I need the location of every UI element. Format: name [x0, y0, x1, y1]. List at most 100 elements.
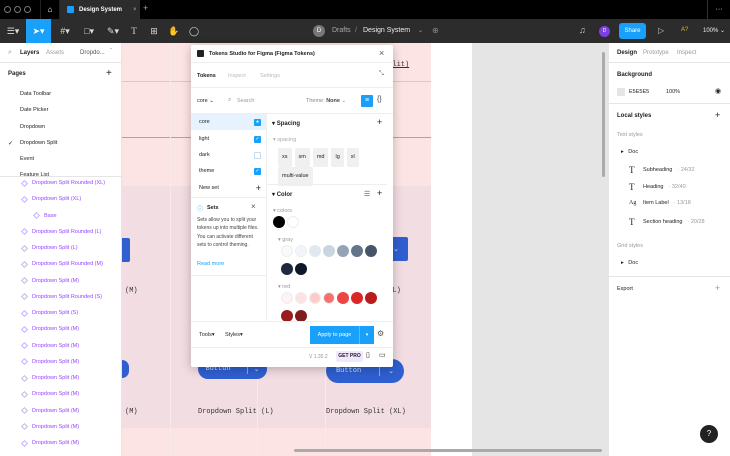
new-set-button[interactable]: New set + [191, 180, 266, 196]
layer-item[interactable]: Dropdown Split (XL) [20, 195, 81, 203]
page-item[interactable]: Date Picker [20, 107, 48, 113]
list-view-icon[interactable]: ≡ [361, 95, 373, 107]
window-controls[interactable] [4, 6, 31, 13]
tab-design-system[interactable]: Design System × [60, 0, 140, 19]
color-swatch[interactable] [323, 245, 335, 257]
color-swatch[interactable] [351, 245, 363, 257]
color-group[interactable]: ▾ gray [278, 237, 383, 243]
color-swatch[interactable] [309, 292, 321, 304]
tab-inspect[interactable]: Inspect [677, 50, 696, 56]
hand-tool-icon[interactable]: ✋ [168, 19, 180, 43]
token-chip[interactable]: sm [294, 148, 310, 167]
color-swatch[interactable] [281, 245, 293, 257]
layer-item[interactable]: Dropdown Split (M) [20, 358, 79, 366]
color-swatch[interactable] [365, 292, 377, 304]
apply-to-page-button[interactable]: Apply to page [310, 326, 359, 344]
color-swatch[interactable] [351, 292, 363, 304]
set-item-dark[interactable]: dark [191, 147, 266, 163]
audio-icon[interactable]: ♫ [579, 25, 586, 35]
page-item[interactable]: Event [20, 156, 34, 162]
spacing-group[interactable]: ▾ spacing [273, 137, 296, 143]
tab-design[interactable]: Design [617, 50, 637, 56]
layer-item[interactable]: Dropdown Split (L) [20, 244, 78, 252]
color-swatch[interactable] [309, 245, 321, 257]
docs-icon[interactable]: ▯ [366, 351, 370, 359]
color-swatch[interactable] [295, 263, 307, 275]
tab-layers[interactable]: Layers [20, 50, 39, 56]
doc-folder[interactable]: ▸ Doc [621, 149, 638, 155]
json-view-icon[interactable]: {} [377, 96, 382, 103]
breadcrumb-drafts[interactable]: Drafts [332, 27, 351, 34]
color-swatch[interactable] [287, 216, 299, 228]
color-swatch[interactable] [323, 292, 335, 304]
layer-item[interactable]: Dropdown Split (M) [20, 390, 79, 398]
color-swatch[interactable] [281, 263, 293, 275]
text-style-item[interactable]: T Heading · 32/40 [629, 182, 686, 192]
close-tab-icon[interactable]: × [133, 7, 137, 13]
home-icon[interactable]: ⌂ [40, 0, 60, 19]
tab-tokens[interactable]: Tokens [197, 73, 216, 79]
token-chip[interactable]: lg [331, 148, 344, 167]
color-swatch[interactable] [295, 245, 307, 257]
color-swatch[interactable] [337, 245, 349, 257]
eye-icon[interactable]: ◉ [715, 87, 721, 95]
user-avatar[interactable]: D [599, 26, 610, 37]
get-pro-button[interactable]: GET PRO [336, 351, 363, 362]
apply-options-dropdown[interactable]: ▾ [359, 326, 374, 344]
token-search-input[interactable]: Search [237, 98, 254, 104]
page-item-current[interactable]: Dropdown Split [20, 140, 57, 146]
layer-item[interactable]: Dropdown Split (M) [20, 325, 79, 333]
bg-color-swatch[interactable] [617, 88, 625, 96]
text-style-item[interactable]: T Subheading · 24/32 [629, 165, 695, 175]
grid-doc-folder[interactable]: ▸ Doc [621, 260, 638, 266]
set-select[interactable]: core ⌄ [197, 98, 214, 104]
bg-opacity-value[interactable]: 100% [666, 89, 680, 95]
resources-icon[interactable]: ⊞ [148, 19, 160, 43]
set-active-checkbox[interactable]: ● [254, 118, 261, 126]
bg-hex-value[interactable]: E5E5E5 [629, 89, 649, 95]
page-dropdown[interactable]: Dropdo... [80, 50, 105, 56]
layer-item[interactable]: Dropdown Split (S) [20, 309, 78, 317]
set-item-core[interactable]: core ● [191, 114, 266, 130]
add-spacing-icon[interactable]: + [377, 117, 382, 127]
accessibility-button[interactable]: A? [681, 27, 688, 33]
color-swatch[interactable] [273, 216, 285, 228]
close-info-icon[interactable]: × [251, 202, 256, 211]
color-swatch[interactable] [295, 310, 307, 321]
present-icon[interactable]: ▷ [658, 26, 664, 35]
color-swatch[interactable] [281, 310, 293, 321]
layer-item[interactable]: Dropdown Split (M) [20, 276, 79, 285]
theme-select[interactable]: Theme: None ⌄ [306, 98, 346, 104]
tab-settings[interactable]: Settings [260, 73, 280, 79]
token-chip[interactable]: xs [278, 148, 292, 167]
chevron-down-icon[interactable]: ⌄ [418, 27, 423, 34]
layer-item[interactable]: Dropdown Split (M) [20, 341, 79, 350]
tab-prototype[interactable]: Prototype [643, 50, 669, 56]
read-more-link[interactable]: Read more [197, 261, 224, 267]
layer-item[interactable]: Dropdown Split (M) [20, 439, 79, 447]
token-chip[interactable]: xl [346, 148, 359, 167]
page-item[interactable]: Data Toolbar [20, 91, 51, 97]
vertical-scrollbar[interactable] [602, 52, 605, 177]
horizontal-scrollbar[interactable] [294, 449, 602, 452]
set-item-light[interactable]: light ✓ [191, 131, 266, 147]
color-swatch[interactable] [337, 292, 349, 304]
zoom-dropdown[interactable]: 100% ⌄ [703, 27, 725, 34]
canvas-button[interactable] [122, 238, 130, 262]
feedback-icon[interactable]: ▭ [379, 351, 386, 359]
main-menu-icon[interactable]: ☰▾ [3, 19, 23, 43]
add-export-icon[interactable]: + [715, 283, 720, 293]
frame-tool-icon[interactable]: #▾ [56, 19, 74, 43]
tab-inspect[interactable]: Inspect [228, 73, 246, 79]
page-item[interactable]: Dropdown [20, 124, 45, 130]
color-swatch[interactable] [281, 292, 293, 304]
layer-item[interactable]: Dropdown Split (M) [20, 374, 79, 382]
globe-icon[interactable]: ⊕ [432, 26, 439, 35]
move-tool-icon[interactable]: ➤▾ [26, 19, 51, 43]
search-icon[interactable]: ⌕ [8, 49, 12, 57]
spacing-section-header[interactable]: ▾ Spacing [272, 120, 300, 127]
layer-item[interactable]: Base [32, 211, 57, 220]
set-item-theme[interactable]: theme ✓ [191, 163, 266, 179]
color-group[interactable]: ▾ colors [273, 208, 383, 214]
settings-gear-icon[interactable]: ⚙ [377, 329, 384, 338]
